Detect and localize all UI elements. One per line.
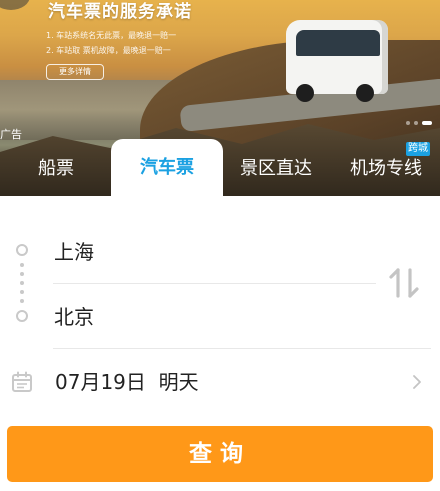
from-city-field[interactable]: 上海 xyxy=(54,238,94,266)
transport-tabs: 船票 汽车票 景区直达 机场专线 跨城 xyxy=(0,139,440,196)
back-icon[interactable] xyxy=(0,0,30,10)
banner-title: 汽车票的服务承诺 xyxy=(48,2,192,22)
banner-pagination xyxy=(406,121,432,125)
to-city-field[interactable]: 北京 xyxy=(54,303,94,331)
banner-more-button[interactable]: 更多详情 xyxy=(46,64,104,80)
chevron-right-icon xyxy=(413,375,421,389)
departure-date-field[interactable]: 07月19日 明天 xyxy=(55,368,199,396)
search-button[interactable]: 查询 xyxy=(7,426,433,482)
swap-icon[interactable] xyxy=(387,266,421,300)
banner-promise-1: 1. 车站系统名无此票，最晚退一赔一 xyxy=(46,31,177,40)
cross-city-badge: 跨城 xyxy=(406,142,430,156)
bus-image xyxy=(286,20,388,102)
tab-ship[interactable]: 船票 xyxy=(10,151,102,196)
route-icon xyxy=(16,244,28,324)
tab-bus[interactable]: 汽车票 xyxy=(111,139,223,196)
banner-promise-2: 2. 车站取 票机故障，最晚退一赔一 xyxy=(46,46,171,55)
tab-airport[interactable]: 机场专线 跨城 xyxy=(338,142,434,196)
destination-ring-icon xyxy=(16,310,28,322)
divider xyxy=(53,283,376,284)
divider xyxy=(53,348,431,349)
origin-ring-icon xyxy=(16,244,28,256)
calendar-icon xyxy=(12,371,32,392)
tab-airport-label: 机场专线 xyxy=(350,158,422,179)
tab-scenic[interactable]: 景区直达 xyxy=(228,151,324,196)
